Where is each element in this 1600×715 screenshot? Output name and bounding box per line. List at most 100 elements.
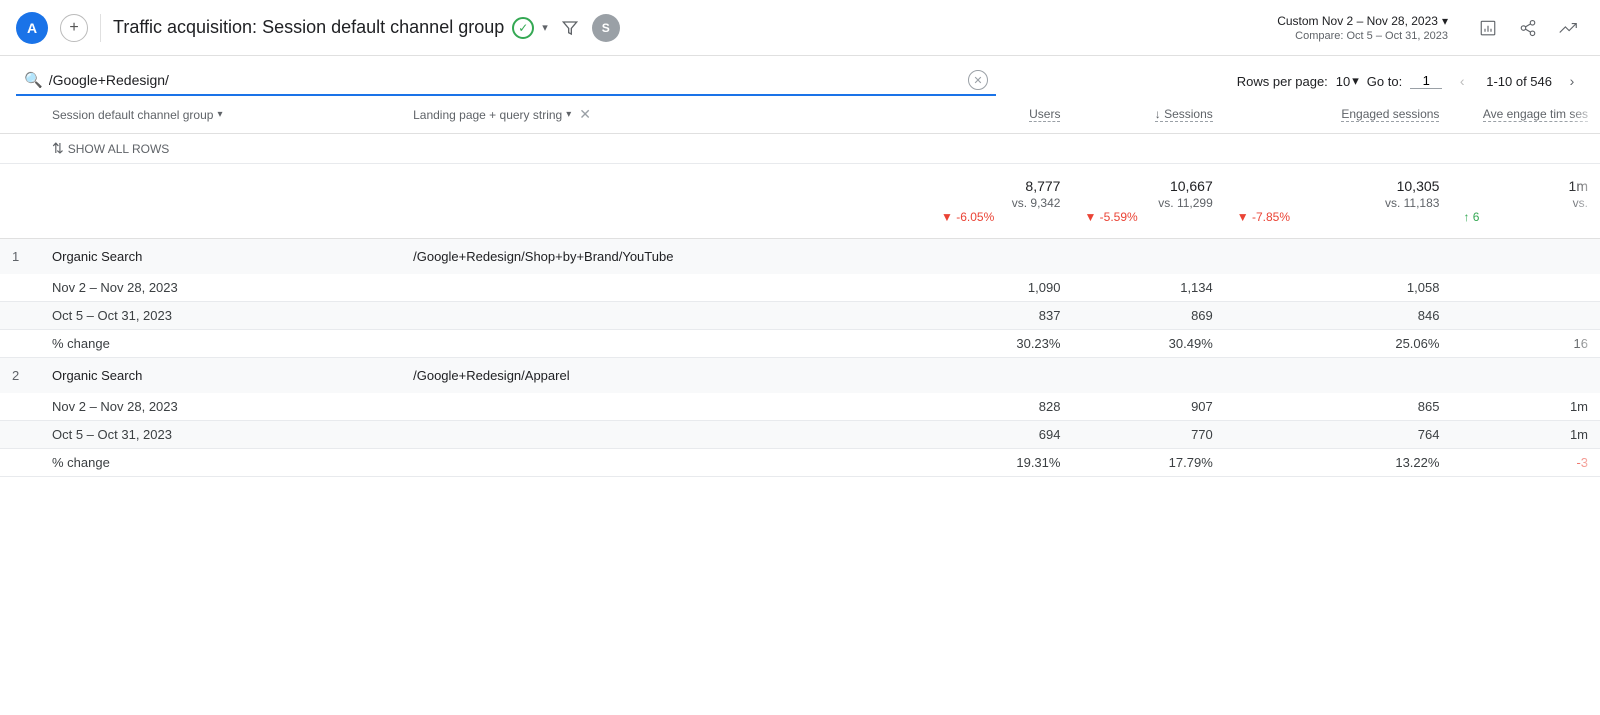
avg-val: 1m xyxy=(1451,421,1600,449)
date-label: Nov 2 – Nov 28, 2023 xyxy=(40,393,929,421)
engaged-pct: 13.22% xyxy=(1225,449,1452,477)
search-icon: 🔍 xyxy=(24,71,43,89)
dim1-header: Session default channel group ▾ xyxy=(40,96,401,134)
search-input[interactable] xyxy=(49,72,962,88)
table-row: Nov 2 – Nov 28, 2023 828 907 865 1m xyxy=(0,393,1600,421)
total-engaged: 10,305 vs. 11,183 ▼ -7.85% xyxy=(1225,164,1452,239)
totals-row: 8,777 vs. 9,342 ▼ -6.05% 10,667 vs. 11,2… xyxy=(0,164,1600,239)
engaged-header: Engaged sessions xyxy=(1225,96,1452,134)
sessions-val: 1,134 xyxy=(1072,274,1224,302)
engaged-pct: 25.06% xyxy=(1225,330,1452,358)
date-range-area: Custom Nov 2 – Nov 28, 2023 ▾ Compare: O… xyxy=(1277,14,1448,42)
pct-label: % change xyxy=(40,330,929,358)
sessions-pct: 17.79% xyxy=(1072,449,1224,477)
users-val: 694 xyxy=(929,421,1072,449)
date-range[interactable]: Custom Nov 2 – Nov 28, 2023 ▾ xyxy=(1277,14,1448,28)
engaged-val: 764 xyxy=(1225,421,1452,449)
dim2-chevron-icon: ▾ xyxy=(566,109,571,120)
show-all-rows-button[interactable]: ⇅ SHOW ALL ROWS xyxy=(52,140,169,157)
users-sort[interactable]: Users xyxy=(1029,107,1060,122)
table-row: 2 Organic Search /Google+Redesign/Appare… xyxy=(0,358,1600,394)
users-pct: 19.31% xyxy=(929,449,1072,477)
avg-val xyxy=(1451,302,1600,330)
engaged-val: 865 xyxy=(1225,393,1452,421)
top-icons xyxy=(1472,12,1584,44)
page-title: Traffic acquisition: Session default cha… xyxy=(113,14,1265,42)
filter-avatar: S xyxy=(592,14,620,42)
row-number: 2 xyxy=(0,358,40,394)
dim2-header: Landing page + query string ▾ ✕ xyxy=(401,96,929,134)
dim1-chevron-icon: ▾ xyxy=(217,109,222,120)
table-container: Session default channel group ▾ Landing … xyxy=(0,96,1600,477)
show-all-row: ⇅ SHOW ALL ROWS xyxy=(0,134,1600,164)
users-val: 837 xyxy=(929,302,1072,330)
engaged-sort[interactable]: Engaged sessions xyxy=(1341,107,1439,122)
pct-label: % change xyxy=(40,449,929,477)
rows-per-page-label: Rows per page: xyxy=(1237,74,1328,89)
engaged-val: 846 xyxy=(1225,302,1452,330)
expand-icon: ⇅ xyxy=(52,140,64,157)
column-header-row: Session default channel group ▾ Landing … xyxy=(0,96,1600,134)
sessions-val: 770 xyxy=(1072,421,1224,449)
table-row: Oct 5 – Oct 31, 2023 694 770 764 1m xyxy=(0,421,1600,449)
table-row: Nov 2 – Nov 28, 2023 1,090 1,134 1,058 xyxy=(0,274,1600,302)
date-label: Oct 5 – Oct 31, 2023 xyxy=(40,302,929,330)
avg-val: 1m xyxy=(1451,393,1600,421)
date-label: Oct 5 – Oct 31, 2023 xyxy=(40,421,929,449)
avg-pct: -3 xyxy=(1451,449,1600,477)
rows-per-page-select[interactable]: 10 ▾ xyxy=(1336,73,1359,89)
sessions-val: 869 xyxy=(1072,302,1224,330)
date-chevron-icon: ▾ xyxy=(1442,14,1448,28)
pagination-area: Rows per page: 10 ▾ Go to: ‹ 1-10 of 546… xyxy=(1237,69,1584,93)
avg-sort[interactable]: Ave engage tim ses xyxy=(1483,107,1588,122)
divider xyxy=(100,14,101,42)
dim2-filter[interactable]: Landing page + query string ▾ xyxy=(413,108,571,122)
sessions-pct: 30.49% xyxy=(1072,330,1224,358)
prev-page-button[interactable]: ‹ xyxy=(1450,69,1474,93)
date-label: Nov 2 – Nov 28, 2023 xyxy=(40,274,929,302)
page-info: 1-10 of 546 xyxy=(1486,74,1552,89)
search-area: 🔍 ✕ Rows per page: 10 ▾ Go to: ‹ 1-10 of… xyxy=(0,56,1600,96)
users-pct: 30.23% xyxy=(929,330,1072,358)
users-val: 1,090 xyxy=(929,274,1072,302)
filter-icon[interactable] xyxy=(556,14,584,42)
chart-icon[interactable] xyxy=(1472,12,1504,44)
share-icon[interactable] xyxy=(1512,12,1544,44)
title-chevron-icon[interactable]: ▾ xyxy=(542,21,548,34)
total-sessions: 10,667 vs. 11,299 ▼ -5.59% xyxy=(1072,164,1224,239)
dim1-filter[interactable]: Session default channel group ▾ xyxy=(52,108,222,122)
rows-chevron-icon: ▾ xyxy=(1352,73,1359,89)
clear-button[interactable]: ✕ xyxy=(968,70,988,90)
avg-pct: 16 xyxy=(1451,330,1600,358)
avg-val xyxy=(1451,274,1600,302)
table-row: 1 Organic Search /Google+Redesign/Shop+b… xyxy=(0,239,1600,275)
remove-dim2-button[interactable]: ✕ xyxy=(575,106,595,123)
engaged-val: 1,058 xyxy=(1225,274,1452,302)
next-page-button[interactable]: › xyxy=(1560,69,1584,93)
table-row: % change 19.31% 17.79% 13.22% -3 xyxy=(0,449,1600,477)
channel-name: Organic Search xyxy=(40,358,401,394)
landing-page: /Google+Redesign/Shop+by+Brand/YouTube xyxy=(401,239,929,275)
total-avg: 1m vs. ↑ 6 xyxy=(1451,164,1600,239)
total-users: 8,777 vs. 9,342 ▼ -6.05% xyxy=(929,164,1072,239)
goto-input[interactable] xyxy=(1410,73,1442,89)
sessions-sort[interactable]: ↓ Sessions xyxy=(1155,107,1213,122)
check-icon: ✓ xyxy=(512,17,534,39)
users-header: Users xyxy=(929,96,1072,134)
top-bar: A + Traffic acquisition: Session default… xyxy=(0,0,1600,56)
search-box: 🔍 ✕ xyxy=(16,66,996,96)
table-row: % change 30.23% 30.49% 25.06% 16 xyxy=(0,330,1600,358)
data-table: Session default channel group ▾ Landing … xyxy=(0,96,1600,477)
sessions-val: 907 xyxy=(1072,393,1224,421)
landing-page: /Google+Redesign/Apparel xyxy=(401,358,929,394)
row-num-header xyxy=(0,96,40,134)
go-to-label: Go to: xyxy=(1367,74,1402,89)
channel-name: Organic Search xyxy=(40,239,401,275)
avg-header: Ave engage tim ses xyxy=(1451,96,1600,134)
add-button[interactable]: + xyxy=(60,14,88,42)
user-avatar[interactable]: A xyxy=(16,12,48,44)
row-number: 1 xyxy=(0,239,40,275)
compare-range: Compare: Oct 5 – Oct 31, 2023 xyxy=(1295,30,1448,42)
table-row: Oct 5 – Oct 31, 2023 837 869 846 xyxy=(0,302,1600,330)
trending-icon[interactable] xyxy=(1552,12,1584,44)
